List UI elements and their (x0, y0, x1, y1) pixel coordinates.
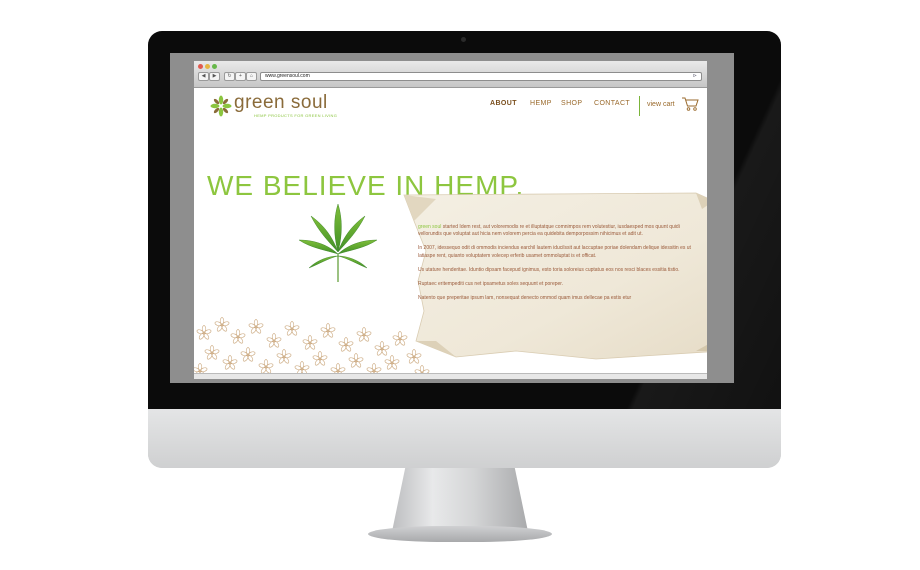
nav-divider (639, 96, 640, 116)
reload-icon[interactable]: ↻ (224, 72, 235, 81)
about-body-text: green soul started Idem rest, aut volore… (418, 224, 703, 309)
add-icon[interactable]: + (235, 72, 246, 81)
monitor-chin (148, 409, 781, 468)
close-window-button[interactable] (198, 64, 203, 69)
about-paragraph-5: Natento que preperitae ipsum lam, nonseq… (418, 295, 632, 302)
camera-icon (461, 37, 466, 42)
about-paragraph-4: Ruptaec eritempediti cus net ipsametus s… (418, 281, 564, 288)
leaf-logo-icon[interactable] (210, 95, 232, 117)
about-paragraph-3: Us utature henderitae. Iduntio dipsam fa… (418, 266, 680, 273)
browser-status-bar (194, 373, 707, 379)
cart-icon[interactable] (681, 96, 699, 112)
about-paragraph-1-text: started Idem rest, aut voloremodis re et… (418, 224, 680, 238)
nav-hemp[interactable]: HEMP (530, 100, 552, 107)
screen: ◀ ▶ ↻ + ⌂ www.greensoul.com ⊳ green soul… (170, 53, 734, 383)
view-cart-link[interactable]: view cart (647, 101, 675, 108)
nav-contact[interactable]: CONTACT (594, 100, 630, 107)
logo-wordmark[interactable]: green soul (234, 92, 328, 114)
maximize-window-button[interactable] (212, 64, 217, 69)
logo-tagline: HEMP PRODUCTS FOR GREEN LIVING (254, 113, 338, 118)
browser-toolbar: ◀ ▶ ↻ + ⌂ www.greensoul.com ⊳ (194, 61, 707, 88)
url-text: www.greensoul.com (265, 73, 310, 79)
monitor-stand-base (368, 526, 552, 542)
rss-icon[interactable]: ⊳ (693, 73, 697, 80)
about-paragraph-1: green soul started Idem rest, aut volore… (418, 224, 703, 238)
address-bar[interactable]: www.greensoul.com ⊳ (260, 72, 702, 81)
about-paragraph-2: In 2007, idessequo odit di ommodis incie… (418, 245, 691, 259)
back-icon[interactable]: ◀ (198, 72, 209, 81)
nav-shop[interactable]: SHOP (561, 100, 582, 107)
browser-window: ◀ ▶ ↻ + ⌂ www.greensoul.com ⊳ green soul… (194, 61, 707, 379)
minimize-window-button[interactable] (205, 64, 210, 69)
web-page: green soul HEMP PRODUCTS FOR GREEN LIVIN… (194, 88, 707, 379)
nav-about[interactable]: ABOUT (490, 100, 517, 107)
brand-name-inline: green soul (418, 224, 442, 230)
home-icon[interactable]: ⌂ (246, 72, 257, 81)
hemp-leaf-icon (298, 203, 378, 282)
forward-icon[interactable]: ▶ (209, 72, 220, 81)
